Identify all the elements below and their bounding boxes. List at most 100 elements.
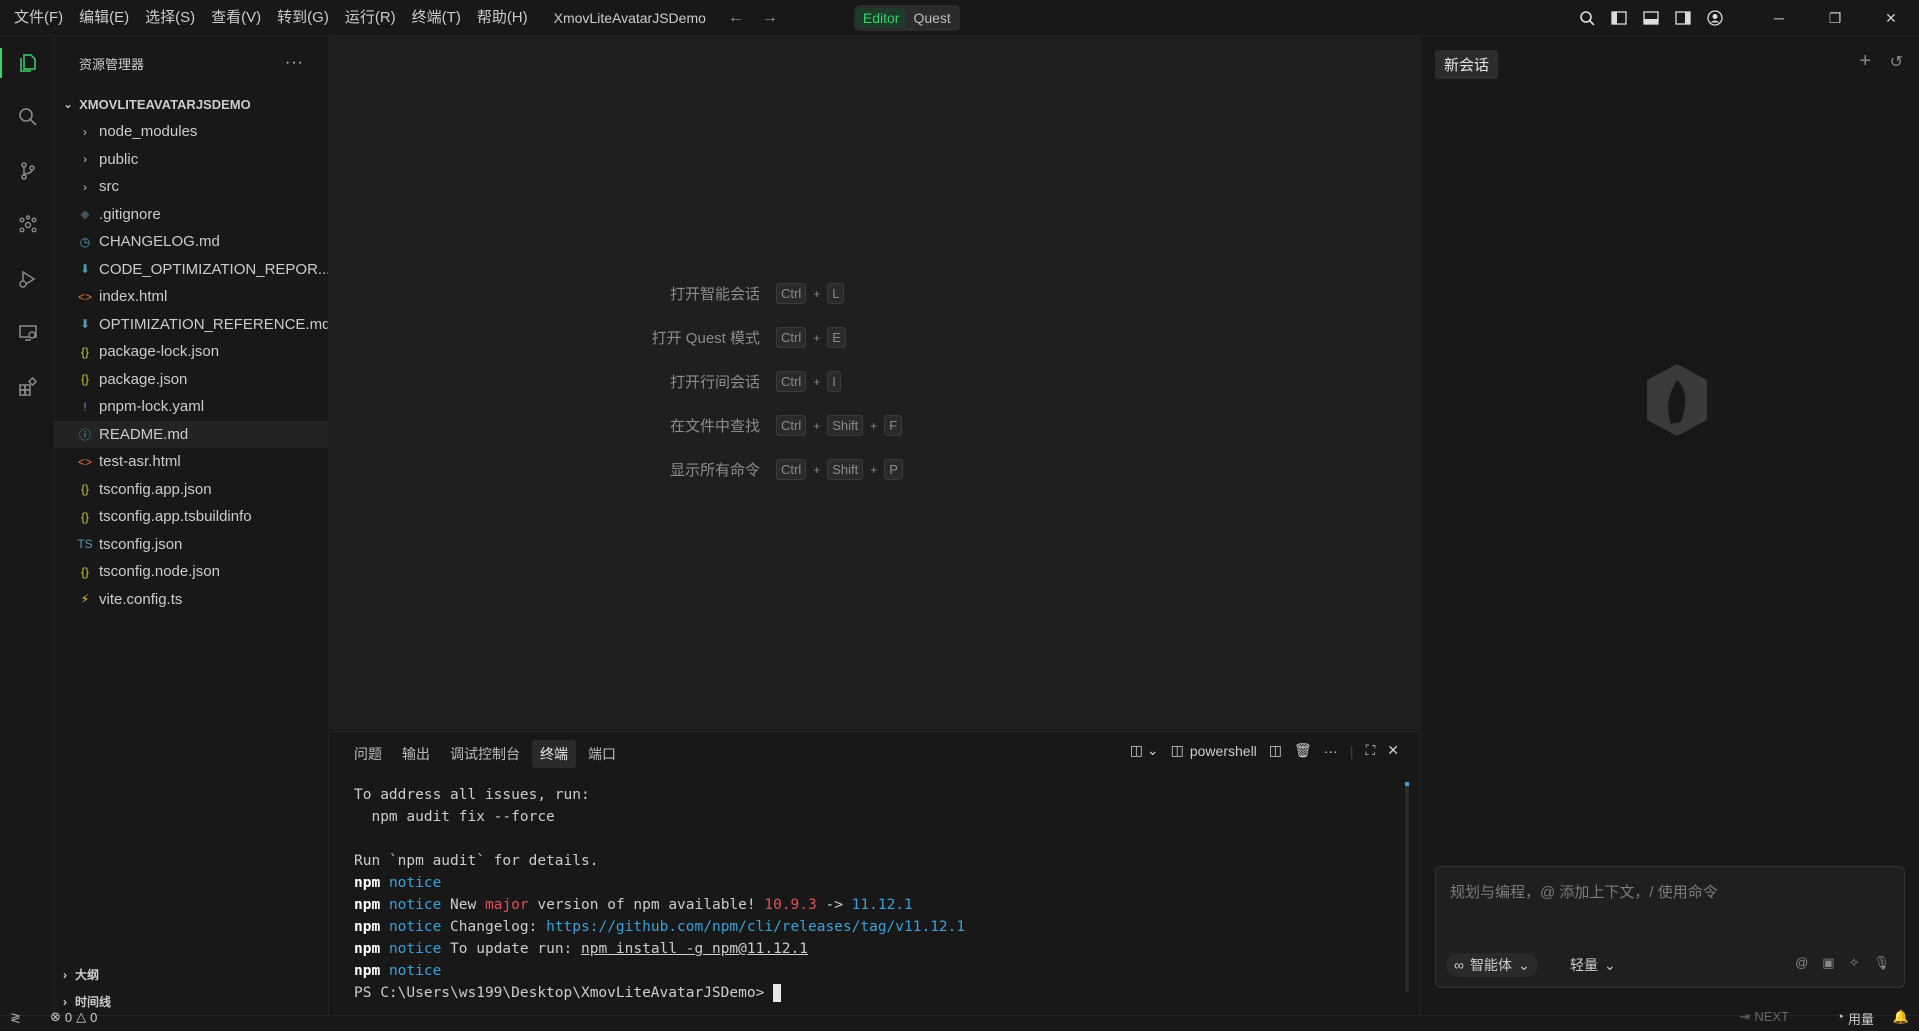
file-item[interactable]: ◆ .gitignore bbox=[55, 201, 328, 229]
run-debug-icon[interactable] bbox=[0, 252, 55, 306]
file-item[interactable]: ◷ CHANGELOG.md bbox=[55, 228, 328, 256]
menu-item[interactable]: 运行(R) bbox=[337, 0, 404, 36]
keycap: P bbox=[884, 459, 903, 480]
toggle-panel-icon[interactable] bbox=[1635, 0, 1667, 36]
panel-tab[interactable]: 调试控制台 bbox=[442, 740, 528, 768]
mention-icon[interactable]: @ bbox=[1795, 955, 1808, 971]
file-item[interactable]: {} tsconfig.node.json bbox=[55, 558, 328, 586]
activity-bar bbox=[0, 36, 55, 1015]
file-item[interactable]: ⬇ CODE_OPTIMIZATION_REPOR... bbox=[55, 256, 328, 284]
menu-item[interactable]: 选择(S) bbox=[137, 0, 203, 36]
remote-icon[interactable]: ≷ bbox=[10, 1010, 21, 1026]
trash-icon[interactable]: 🗑 bbox=[1294, 742, 1312, 759]
file-item[interactable]: ! pnpm-lock.yaml bbox=[55, 393, 328, 421]
new-chat-icon[interactable]: + bbox=[1859, 50, 1871, 73]
file-item[interactable]: {} tsconfig.app.json bbox=[55, 476, 328, 504]
usage-indicator[interactable]: ◔ 用量 bbox=[1836, 1009, 1874, 1028]
shortcut-hint: 打开行间会话 Ctrl + I bbox=[560, 371, 841, 392]
terminal-instance[interactable]: ◫ powershell bbox=[1171, 742, 1257, 759]
search-icon[interactable] bbox=[1571, 0, 1603, 36]
panel-tab[interactable]: 问题 bbox=[346, 740, 390, 768]
chat-tab-new[interactable]: 新会话 bbox=[1435, 50, 1499, 79]
editor-area: 打开智能会话 Ctrl + L 打开 Quest 模式 Ctrl + E 打开行间会话 Ctrl +… bbox=[330, 36, 1419, 730]
warning-icon: △ bbox=[76, 1009, 87, 1024]
file-item[interactable]: {} package.json bbox=[55, 366, 328, 394]
more-actions-icon[interactable]: ··· bbox=[285, 54, 304, 72]
tree-item-label: package.json bbox=[99, 370, 188, 388]
source-control-icon[interactable] bbox=[0, 144, 55, 198]
tree-item-label: OPTIMIZATION_REFERENCE.md bbox=[99, 315, 328, 333]
terminal-output[interactable]: To address all issues, run: npm audit fi… bbox=[354, 784, 965, 1004]
sparkle-icon[interactable]: ✧ bbox=[1849, 955, 1860, 971]
remote-explorer-icon[interactable] bbox=[0, 306, 55, 360]
chat-input-placeholder: 规划与编程，@ 添加上下文，/ 使用命令 bbox=[1450, 884, 1718, 901]
file-item[interactable]: {} package-lock.json bbox=[55, 338, 328, 366]
timeline-label: 时间线 bbox=[75, 995, 112, 1009]
menu-item[interactable]: 终端(T) bbox=[404, 0, 469, 36]
extensions-graph-icon[interactable] bbox=[0, 198, 55, 252]
menu-item[interactable]: 帮助(H) bbox=[469, 0, 536, 36]
maximize-panel-icon[interactable]: ⛶ bbox=[1365, 742, 1375, 759]
more-icon[interactable]: ··· bbox=[1324, 743, 1338, 759]
file-type-icon: ⬇ bbox=[79, 317, 91, 332]
chat-input-box[interactable]: 规划与编程，@ 添加上下文，/ 使用命令 ∞ 智能体 ⌄ 轻量 ⌄ @ ▣ ✧ … bbox=[1435, 866, 1905, 988]
bell-icon[interactable]: 🔔 bbox=[1893, 1009, 1909, 1025]
plus-sign: + bbox=[813, 462, 821, 477]
image-icon[interactable]: ▣ bbox=[1822, 955, 1834, 971]
shortcut-hint: 显示所有命令 Ctrl + Shift + P bbox=[560, 459, 903, 480]
next-indicator[interactable]: ⇥ NEXT bbox=[1739, 1009, 1789, 1025]
back-arrow-icon[interactable]: ← bbox=[728, 9, 744, 27]
panel-tab[interactable]: 端口 bbox=[580, 740, 624, 768]
agent-mode-button[interactable]: ∞ 智能体 ⌄ bbox=[1446, 953, 1538, 977]
file-type-icon: ! bbox=[83, 399, 87, 414]
search-sidebar-icon[interactable] bbox=[0, 90, 55, 144]
new-terminal-split-icon[interactable]: ◫ ⌄ bbox=[1130, 742, 1159, 759]
minimize-icon[interactable]: ─ bbox=[1751, 0, 1807, 36]
bottom-panel: 问题 输出 调试控制台 终端 端口 ◫ ⌄ ◫ powershell ◫ 🗑 ··· |… bbox=[330, 731, 1419, 1002]
explorer-icon[interactable] bbox=[0, 36, 55, 90]
plus-sign: + bbox=[813, 418, 821, 433]
tree-item-label: tsconfig.app.json bbox=[99, 480, 212, 498]
file-item[interactable]: ⚡ vite.config.ts bbox=[55, 586, 328, 614]
forward-arrow-icon[interactable]: → bbox=[762, 9, 778, 27]
tree-item-label: tsconfig.json bbox=[99, 535, 183, 553]
file-item[interactable]: <> index.html bbox=[55, 283, 328, 311]
account-icon[interactable] bbox=[1699, 0, 1731, 36]
menu-item[interactable]: 编辑(E) bbox=[71, 0, 137, 36]
menu-item[interactable]: 文件(F) bbox=[6, 0, 71, 36]
toggle-primary-sidebar-icon[interactable] bbox=[1603, 0, 1635, 36]
file-item[interactable]: {} tsconfig.app.tsbuildinfo bbox=[55, 503, 328, 531]
workspace-root[interactable]: ⌄ XMOVLITEAVATARJSDEMO bbox=[55, 90, 328, 118]
mode-quest-button[interactable]: Quest bbox=[906, 8, 957, 28]
panel-tab[interactable]: 终端 bbox=[532, 740, 576, 768]
menu-item[interactable]: 查看(V) bbox=[203, 0, 269, 36]
panel-tab[interactable]: 输出 bbox=[394, 740, 438, 768]
file-item[interactable]: ⬇ OPTIMIZATION_REFERENCE.md bbox=[55, 311, 328, 339]
history-icon[interactable]: ↺ bbox=[1890, 52, 1903, 72]
file-item[interactable]: TS tsconfig.json bbox=[55, 531, 328, 559]
file-item[interactable]: <> test-asr.html bbox=[55, 448, 328, 476]
keycap: L bbox=[827, 283, 845, 304]
mode-editor-button[interactable]: Editor bbox=[855, 7, 907, 28]
folder-item[interactable]: › public bbox=[55, 146, 328, 174]
menu-item[interactable]: 转到(G) bbox=[269, 0, 337, 36]
split-terminal-icon[interactable]: ◫ bbox=[1269, 742, 1282, 759]
folder-item[interactable]: › node_modules bbox=[55, 118, 328, 146]
terminal-scrollbar[interactable] bbox=[1405, 782, 1409, 992]
folder-item[interactable]: › src bbox=[55, 173, 328, 201]
restore-icon[interactable]: ❐ bbox=[1807, 0, 1863, 36]
next-arrow-icon: ⇥ bbox=[1739, 1009, 1751, 1024]
outline-section[interactable]: › 大纲 bbox=[55, 961, 329, 988]
file-item[interactable]: ⓘ README.md bbox=[55, 420, 328, 448]
close-window-icon[interactable]: ✕ bbox=[1863, 0, 1919, 36]
toggle-secondary-sidebar-icon[interactable] bbox=[1667, 0, 1699, 36]
microphone-icon[interactable]: 🎙 bbox=[1873, 955, 1890, 971]
problems-indicator[interactable]: ⊗ 0 △ 0 bbox=[50, 1009, 97, 1025]
close-panel-icon[interactable]: ✕ bbox=[1387, 742, 1399, 759]
chevron-right-icon: › bbox=[83, 124, 87, 139]
shortcut-hint: 打开智能会话 Ctrl + L bbox=[560, 283, 845, 304]
model-mode-button[interactable]: 轻量 ⌄ bbox=[1570, 953, 1616, 977]
plus-sign: + bbox=[870, 462, 878, 477]
extensions-icon[interactable] bbox=[0, 360, 55, 414]
file-tree: › node_modules › public › src ◆ .gitignore ◷ CHAN… bbox=[55, 118, 328, 613]
